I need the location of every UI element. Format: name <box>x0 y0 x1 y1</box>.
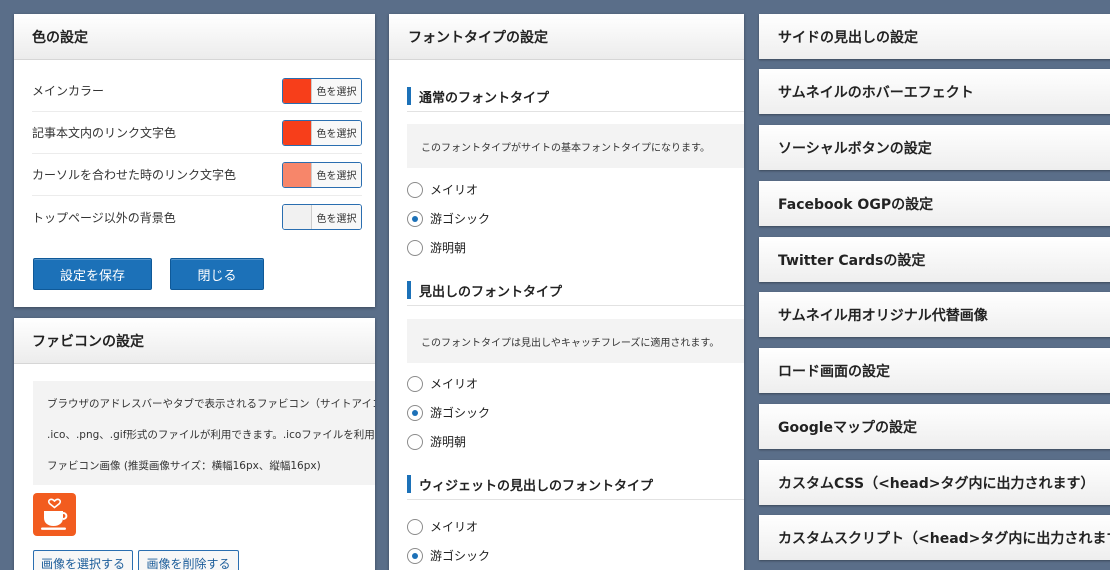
color-row-link: 記事本文内のリンク文字色 色を選択 <box>32 112 362 154</box>
select-color-button[interactable]: 色を選択 <box>311 162 361 187</box>
color-row-label: 記事本文内のリンク文字色 <box>32 126 177 140</box>
favicon-info-line: ファビコン画像 (推奨画像サイズ：横幅16px、縦幅16px) <box>47 460 321 472</box>
favicon-info-line: .ico、.png、.gif形式のファイルが利用できます。.icoファイルを利用… <box>47 429 375 441</box>
section-title-body-font: 通常のフォントタイプ <box>407 82 744 112</box>
coffee-cup-icon <box>33 493 76 536</box>
radio-option-yugothic[interactable]: 游ゴシック <box>407 404 490 421</box>
select-color-button[interactable]: 色を選択 <box>311 120 361 145</box>
color-settings-title: 色の設定 <box>14 14 375 60</box>
heading-font-description-box: このフォントタイプは見出しやキャッチフレーズに適用されます。 <box>407 319 744 363</box>
radio-label: 游ゴシック <box>430 212 491 226</box>
heading-font-description: このフォントタイプは見出しやキャッチフレーズに適用されます。 <box>421 338 720 349</box>
color-swatch <box>283 205 311 229</box>
background-color-picker[interactable]: 色を選択 <box>282 204 362 230</box>
radio-button-selected[interactable] <box>407 210 423 227</box>
close-button[interactable]: 閉じる <box>170 258 264 290</box>
color-swatch <box>283 120 311 145</box>
accordion-thumbnail-substitute[interactable]: サムネイル用オリジナル代替画像 <box>759 292 1110 337</box>
radio-label: メイリオ <box>430 183 479 197</box>
radio-button[interactable] <box>407 518 423 535</box>
favicon-info-box: ブラウザのアドレスバーやタブで表示されるファビコン（サイトアイコン） .ico、… <box>33 381 375 485</box>
color-swatch <box>283 162 311 187</box>
color-settings-panel: 色の設定 メインカラー 色を選択 記事本文内のリンク文字色 色を選択 カーソルを… <box>14 14 375 307</box>
accordion-social-buttons[interactable]: ソーシャルボタンの設定 <box>759 125 1110 170</box>
accordion-loading-screen[interactable]: ロード画面の設定 <box>759 348 1110 393</box>
accordion-side-heading[interactable]: サイドの見出しの設定 <box>759 14 1110 59</box>
radio-button-selected[interactable] <box>407 404 423 421</box>
color-row-label: メインカラー <box>32 84 105 98</box>
radio-label: 游ゴシック <box>430 406 491 420</box>
accordion-thumbnail-hover[interactable]: サムネイルのホバーエフェクト <box>759 69 1110 114</box>
body-font-description-box: このフォントタイプがサイトの基本フォントタイプになります。 <box>407 124 744 168</box>
delete-image-button[interactable]: 画像を削除する <box>138 550 239 570</box>
radio-label: 游明朝 <box>430 435 467 449</box>
radio-option-yugothic[interactable]: 游ゴシック <box>407 547 490 564</box>
favicon-settings-panel: ファビコンの設定 ブラウザのアドレスバーやタブで表示されるファビコン（サイトアイ… <box>14 318 375 570</box>
radio-option-yumincho[interactable]: 游明朝 <box>407 433 466 450</box>
accordion-facebook-ogp[interactable]: Facebook OGPの設定 <box>759 181 1110 226</box>
select-image-button[interactable]: 画像を選択する <box>33 550 133 570</box>
radio-label: メイリオ <box>430 377 479 391</box>
radio-button-selected[interactable] <box>407 547 423 564</box>
font-type-settings-title: フォントタイプの設定 <box>389 14 744 60</box>
color-row-label: トップページ以外の背景色 <box>32 210 176 225</box>
radio-label: 游ゴシック <box>430 549 491 563</box>
color-row-hover: カーソルを合わせた時のリンク文字色 色を選択 <box>32 154 362 196</box>
color-row-main: メインカラー 色を選択 <box>32 70 362 112</box>
color-row-background: トップページ以外の背景色 色を選択 <box>32 196 362 238</box>
radio-button[interactable] <box>407 181 423 198</box>
link-color-picker[interactable]: 色を選択 <box>282 119 362 146</box>
accordion-twitter-cards[interactable]: Twitter Cardsの設定 <box>759 237 1110 282</box>
select-color-button[interactable]: 色を選択 <box>311 205 361 229</box>
radio-option-meiryo[interactable]: メイリオ <box>407 375 478 392</box>
save-settings-button[interactable]: 設定を保存 <box>33 258 152 290</box>
radio-button[interactable] <box>407 433 423 450</box>
section-title-heading-font: 見出しのフォントタイプ <box>407 276 744 306</box>
accordion-custom-css[interactable]: カスタムCSS（<head>タグ内に出力されます） <box>759 460 1110 505</box>
section-title-widget-font: ウィジェットの見出しのフォントタイプ <box>407 470 744 500</box>
radio-label: メイリオ <box>430 520 479 534</box>
radio-button[interactable] <box>407 375 423 392</box>
font-type-settings-panel: フォントタイプの設定 通常のフォントタイプ このフォントタイプがサイトの基本フォ… <box>389 14 744 570</box>
favicon-info-line: ブラウザのアドレスバーやタブで表示されるファビコン（サイトアイコン） <box>47 398 375 410</box>
hover-color-picker[interactable]: 色を選択 <box>282 161 362 188</box>
body-font-description: このフォントタイプがサイトの基本フォントタイプになります。 <box>421 143 710 154</box>
color-row-label: カーソルを合わせた時のリンク文字色 <box>32 168 237 182</box>
radio-label: 游明朝 <box>430 241 467 255</box>
radio-button[interactable] <box>407 239 423 256</box>
radio-option-meiryo[interactable]: メイリオ <box>407 518 478 535</box>
radio-option-meiryo[interactable]: メイリオ <box>407 181 478 198</box>
color-swatch <box>283 78 311 103</box>
accordion-google-maps[interactable]: Googleマップの設定 <box>759 404 1110 449</box>
radio-option-yumincho[interactable]: 游明朝 <box>407 239 466 256</box>
favicon-settings-title: ファビコンの設定 <box>14 318 375 364</box>
select-color-button[interactable]: 色を選択 <box>311 78 361 103</box>
main-color-picker[interactable]: 色を選択 <box>282 77 362 104</box>
accordion-custom-script[interactable]: カスタムスクリプト（<head>タグ内に出力されます） <box>759 515 1110 560</box>
radio-option-yugothic[interactable]: 游ゴシック <box>407 210 490 227</box>
